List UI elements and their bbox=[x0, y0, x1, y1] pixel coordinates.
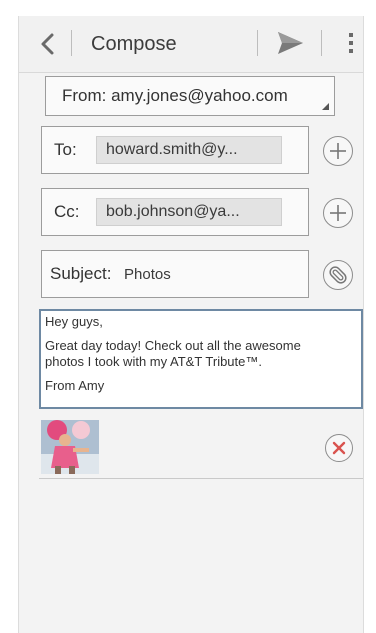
attachment-divider bbox=[39, 478, 363, 479]
add-to-recipient-button[interactable] bbox=[323, 136, 353, 166]
send-icon bbox=[278, 32, 303, 54]
subject-input[interactable]: Photos bbox=[124, 266, 171, 284]
spinner-corner-icon bbox=[322, 103, 329, 110]
photo-thumbnail-image bbox=[41, 420, 99, 474]
attach-button[interactable] bbox=[323, 260, 353, 290]
bar-divider bbox=[257, 30, 258, 56]
cc-recipient-chip[interactable]: bob.johnson@ya... bbox=[96, 198, 282, 226]
action-bar: Compose bbox=[19, 16, 363, 73]
overflow-menu-icon bbox=[349, 33, 353, 53]
chevron-left-icon bbox=[41, 33, 54, 55]
plus-icon bbox=[330, 143, 346, 159]
add-cc-recipient-button[interactable] bbox=[323, 198, 353, 228]
cc-label: Cc: bbox=[54, 202, 80, 221]
overflow-menu-button[interactable] bbox=[345, 28, 357, 58]
page-title: Compose bbox=[91, 33, 177, 55]
to-label: To: bbox=[54, 140, 77, 159]
body-line: photos I took with my AT&T Tribute™. bbox=[45, 354, 262, 369]
compose-screen: Compose From: amy.jones@yahoo.com To: ho… bbox=[18, 16, 364, 633]
message-body-input[interactable]: Hey guys, Great day today! Check out all… bbox=[39, 309, 363, 409]
body-line: Great day today! Check out all the aweso… bbox=[45, 338, 301, 353]
send-button[interactable] bbox=[275, 28, 305, 58]
paperclip-icon bbox=[329, 266, 347, 284]
close-icon bbox=[332, 441, 346, 455]
from-account-spinner[interactable]: From: amy.jones@yahoo.com bbox=[45, 76, 335, 116]
bar-divider bbox=[321, 30, 322, 56]
plus-icon bbox=[330, 205, 346, 221]
from-label: From: amy.jones@yahoo.com bbox=[62, 86, 288, 105]
back-button[interactable] bbox=[37, 30, 59, 58]
subject-label: Subject: bbox=[50, 264, 112, 283]
cc-field[interactable]: Cc: bob.johnson@ya... bbox=[41, 188, 309, 236]
body-greeting: Hey guys, bbox=[45, 314, 103, 329]
to-field[interactable]: To: howard.smith@y... bbox=[41, 126, 309, 174]
bar-divider bbox=[71, 30, 72, 56]
attachment-thumbnail[interactable] bbox=[41, 420, 99, 474]
remove-attachment-button[interactable] bbox=[325, 434, 353, 462]
body-signoff: From Amy bbox=[45, 378, 105, 393]
to-recipient-chip[interactable]: howard.smith@y... bbox=[96, 136, 282, 164]
subject-field[interactable]: Subject: Photos bbox=[41, 250, 309, 298]
